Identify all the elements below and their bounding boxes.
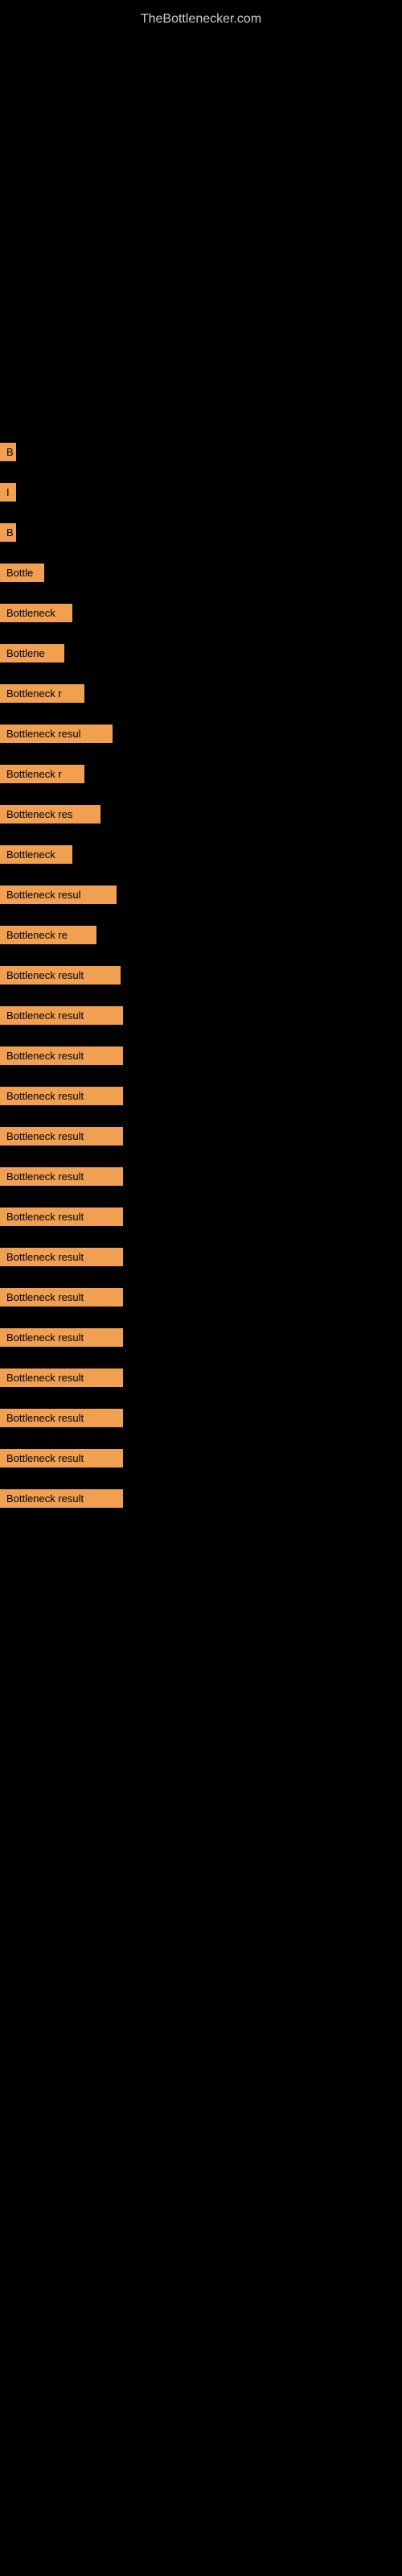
bottleneck-item: Bottleneck result — [0, 1127, 123, 1146]
bottleneck-item: Bottle — [0, 564, 44, 582]
bottleneck-item: Bottleneck r — [0, 684, 84, 703]
bottleneck-item: Bottleneck result — [0, 1288, 123, 1307]
bottleneck-item: Bottleneck resul — [0, 886, 117, 904]
bottleneck-item: Bottleneck result — [0, 966, 121, 985]
bottleneck-item: B — [0, 523, 16, 542]
bottleneck-items-container: B I B Bottle Bottleneck Bottlene Bottleneck r B… — [0, 443, 402, 1530]
bottleneck-item: Bottleneck result — [0, 1248, 123, 1266]
bottleneck-item: Bottleneck result — [0, 1046, 123, 1065]
bottleneck-item: Bottleneck result — [0, 1489, 123, 1508]
bottleneck-item: Bottlene — [0, 644, 64, 663]
bottleneck-item: Bottleneck — [0, 845, 72, 864]
bottleneck-item: Bottleneck result — [0, 1167, 123, 1186]
bottleneck-item: Bottleneck result — [0, 1328, 123, 1347]
bottleneck-item: Bottleneck r — [0, 765, 84, 783]
bottleneck-item: Bottleneck — [0, 604, 72, 622]
bottleneck-item: Bottleneck result — [0, 1087, 123, 1105]
bottleneck-item: I — [0, 483, 16, 502]
bottleneck-item: Bottleneck result — [0, 1409, 123, 1427]
bottleneck-item: Bottleneck result — [0, 1368, 123, 1387]
bottleneck-item: B — [0, 443, 16, 461]
bottleneck-item: Bottleneck resul — [0, 724, 113, 743]
bottleneck-item: Bottleneck res — [0, 805, 100, 824]
bottleneck-item: Bottleneck result — [0, 1006, 123, 1025]
bottleneck-item: Bottleneck result — [0, 1208, 123, 1226]
site-title: TheBottlenecker.com — [0, 4, 402, 35]
bottleneck-item: Bottleneck re — [0, 926, 96, 944]
bottleneck-item: Bottleneck result — [0, 1449, 123, 1468]
